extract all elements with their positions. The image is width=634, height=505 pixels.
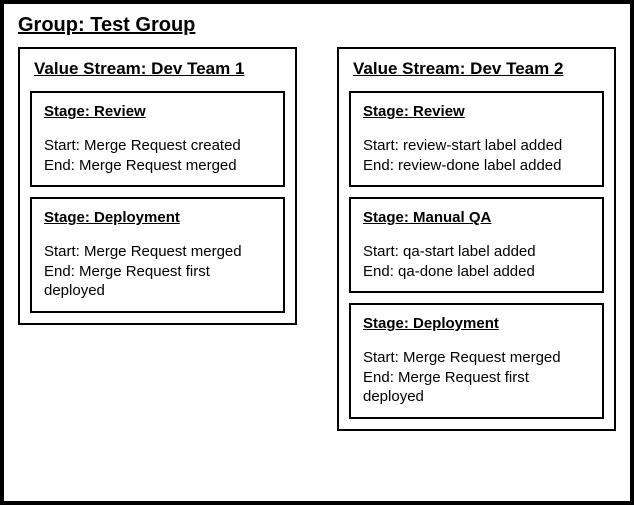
stage-box: Stage: Review Start: Merge Request creat… xyxy=(30,91,285,187)
value-stream-1: Value Stream: Dev Team 1 Stage: Review S… xyxy=(18,47,297,325)
stage-start: Start: Merge Request created xyxy=(44,136,271,156)
stage-end: End: Merge Request first deployed xyxy=(44,262,271,301)
stage-title: Stage: Deployment xyxy=(363,315,590,332)
group-title: Group: Test Group xyxy=(18,14,616,37)
stage-start: Start: review-start label added xyxy=(363,136,590,156)
value-stream-2: Value Stream: Dev Team 2 Stage: Review S… xyxy=(337,47,616,431)
stage-box: Stage: Manual QA Start: qa-start label a… xyxy=(349,197,604,293)
stage-title: Stage: Deployment xyxy=(44,209,271,226)
stage-box: Stage: Deployment Start: Merge Request m… xyxy=(30,197,285,313)
value-stream-title: Value Stream: Dev Team 1 xyxy=(30,59,285,79)
stage-title: Stage: Review xyxy=(44,103,271,120)
streams-row: Value Stream: Dev Team 1 Stage: Review S… xyxy=(18,47,616,431)
stage-end: End: qa-done label added xyxy=(363,262,590,282)
stage-start: Start: qa-start label added xyxy=(363,242,590,262)
stage-title: Stage: Review xyxy=(363,103,590,120)
stage-box: Stage: Deployment Start: Merge Request m… xyxy=(349,303,604,419)
stage-end: End: Merge Request merged xyxy=(44,156,271,176)
stage-end: End: Merge Request first deployed xyxy=(363,368,590,407)
stage-title: Stage: Manual QA xyxy=(363,209,590,226)
group-container: Group: Test Group Value Stream: Dev Team… xyxy=(0,0,634,505)
stage-start: Start: Merge Request merged xyxy=(363,348,590,368)
stage-end: End: review-done label added xyxy=(363,156,590,176)
value-stream-title: Value Stream: Dev Team 2 xyxy=(349,59,604,79)
stage-start: Start: Merge Request merged xyxy=(44,242,271,262)
stage-box: Stage: Review Start: review-start label … xyxy=(349,91,604,187)
